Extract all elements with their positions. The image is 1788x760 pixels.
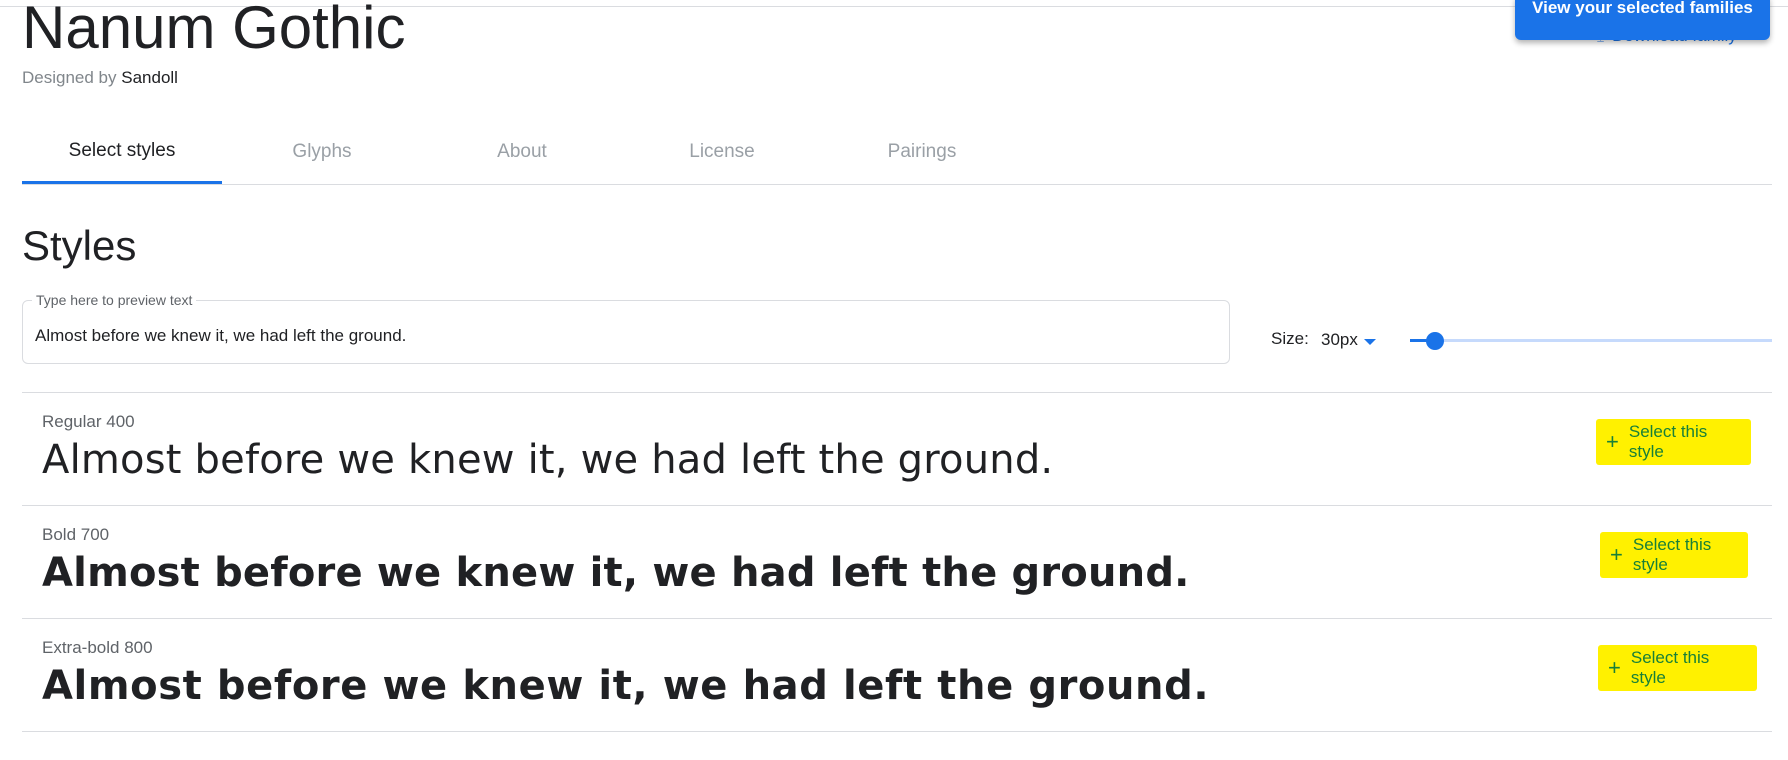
tab-select-styles[interactable]: Select styles [22, 120, 222, 184]
select-style-button[interactable]: + Select this style [1600, 532, 1748, 578]
select-style-label: Select this style [1628, 422, 1708, 461]
plus-icon: + [1610, 542, 1623, 567]
font-family-title: Nanum Gothic [22, 0, 406, 61]
plus-icon: + [1608, 655, 1621, 680]
style-name: Regular 400 [42, 412, 135, 431]
preview-text-field[interactable]: Type here to preview text [22, 292, 1230, 364]
style-row-regular: Regular 400 Almost before we knew it, we… [22, 392, 1772, 505]
preview-text-input[interactable] [35, 326, 1215, 346]
style-row-bold: Bold 700 Almost before we knew it, we ha… [22, 505, 1772, 618]
designer-name[interactable]: Sandoll [121, 68, 178, 87]
view-selected-families-button[interactable]: View your selected families [1515, 0, 1770, 40]
tab-about[interactable]: About [422, 120, 622, 183]
style-name: Extra-bold 800 [42, 638, 153, 657]
size-label: Size: [1271, 329, 1309, 348]
slider-thumb[interactable] [1426, 332, 1445, 350]
plus-icon: + [1606, 429, 1619, 454]
select-style-button[interactable]: + Select this style [1598, 645, 1757, 691]
style-sample-text: Almost before we knew it, we had left th… [42, 550, 1190, 596]
designed-by-label: Designed by [22, 68, 117, 87]
tab-pairings[interactable]: Pairings [822, 120, 1022, 183]
select-style-button[interactable]: + Select this style [1596, 419, 1751, 465]
select-style-label: Select this style [1630, 648, 1710, 687]
style-sample-text: Almost before we knew it, we had left th… [42, 437, 1054, 483]
tab-license[interactable]: License [622, 120, 822, 183]
select-style-label: Select this style [1632, 535, 1712, 574]
style-sample-text: Almost before we knew it, we had left th… [42, 663, 1210, 709]
style-name: Bold 700 [42, 525, 110, 544]
tab-glyphs[interactable]: Glyphs [222, 120, 422, 183]
designer-credit: Designed by Sandoll [22, 68, 178, 88]
styles-heading: Styles [22, 222, 137, 269]
preview-text-label: Type here to preview text [32, 292, 197, 308]
size-slider[interactable] [1410, 330, 1772, 350]
style-row-extra-bold: Extra-bold 800 Almost before we knew it,… [22, 618, 1772, 732]
slider-rail [1410, 339, 1772, 342]
size-dropdown[interactable]: 30px [1321, 330, 1358, 350]
tab-bar: Select styles Glyphs About License Pairi… [22, 120, 1772, 185]
caret-down-icon[interactable] [1364, 339, 1376, 345]
